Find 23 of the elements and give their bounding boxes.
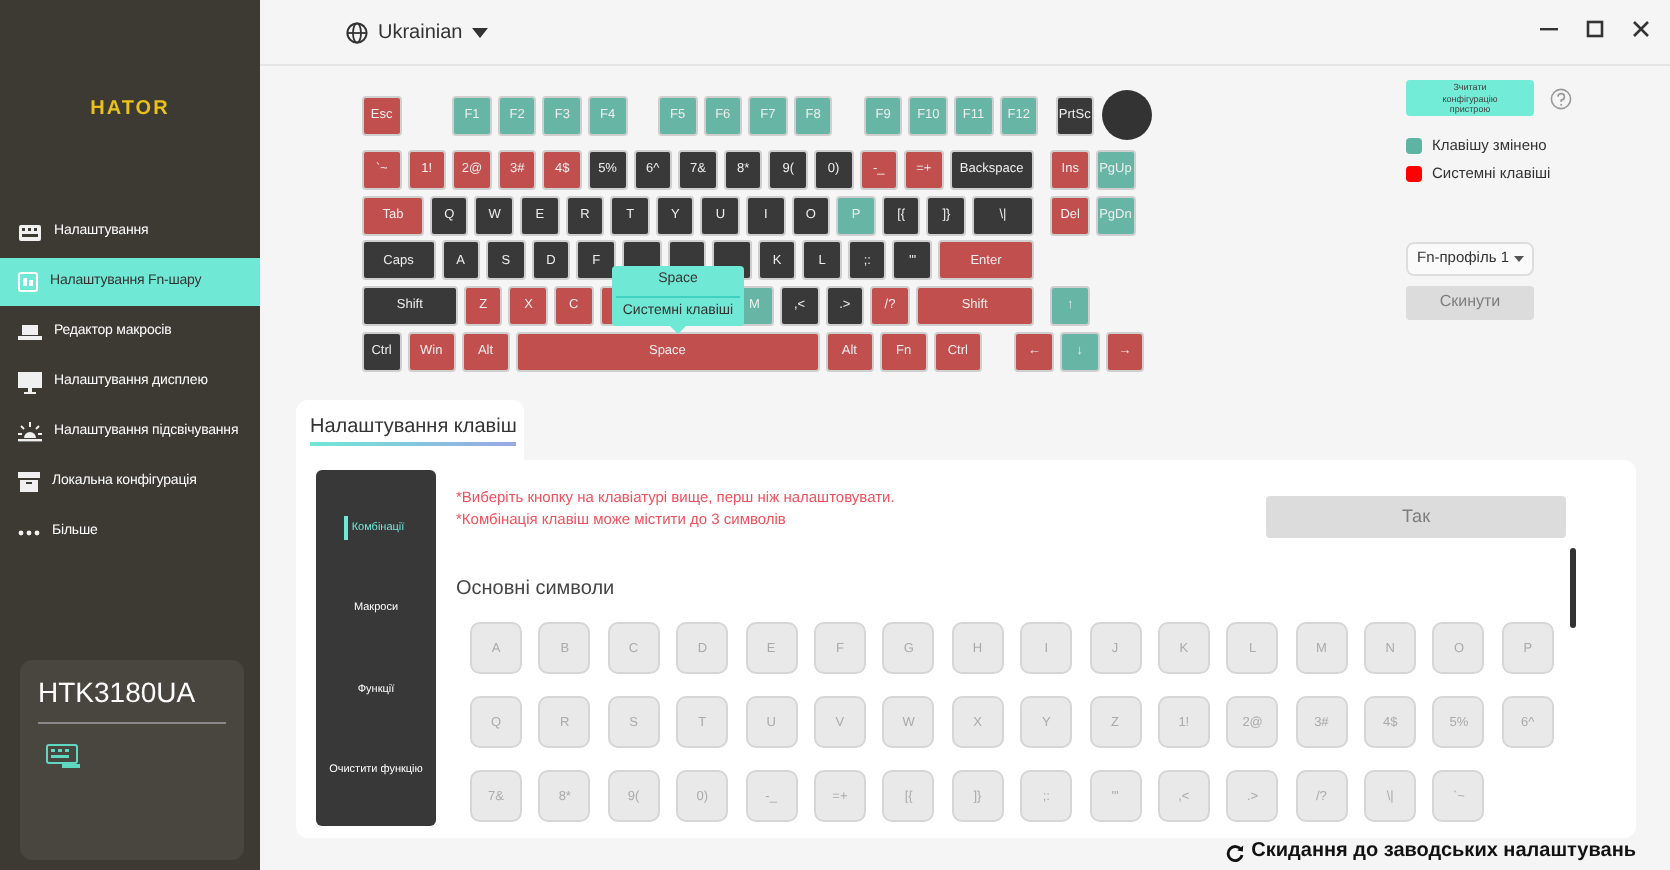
caret-icon (472, 27, 489, 37)
fn-key-icon (18, 272, 38, 292)
keyboard-icon (46, 744, 80, 768)
factory-reset-link[interactable]: Скидання до заводських налаштувань (1225, 840, 1636, 865)
lamp-icon (18, 422, 42, 442)
laptop-icon (18, 324, 42, 340)
keyboard-icon (18, 223, 42, 241)
help-icon[interactable] (1550, 87, 1572, 109)
close-icon[interactable] (1632, 20, 1650, 38)
refresh-icon (1225, 843, 1244, 862)
more-icon (18, 529, 40, 535)
section-title: Основні символи (456, 576, 617, 605)
scrollbar[interactable] (1570, 548, 1576, 629)
language-label: Ukrainian (378, 19, 463, 47)
language-selector[interactable]: Ukrainian (346, 17, 489, 47)
maximize-icon[interactable] (1586, 20, 1604, 38)
monitor-icon (18, 371, 42, 393)
knob[interactable] (1101, 90, 1152, 140)
globe-icon (346, 21, 368, 43)
device-name: HTK3180UA (38, 672, 226, 724)
caret-icon (1513, 255, 1524, 261)
archive-icon (18, 472, 40, 492)
logo: HATOR (88, 96, 172, 124)
